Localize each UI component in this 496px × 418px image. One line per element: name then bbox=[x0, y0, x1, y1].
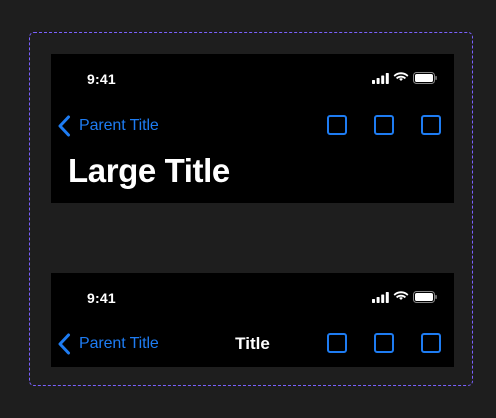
nav-row: Parent Title bbox=[51, 106, 454, 146]
battery-icon bbox=[413, 291, 437, 303]
nav-row: Parent Title Title bbox=[51, 324, 454, 364]
action-button-3[interactable] bbox=[421, 333, 441, 353]
back-button[interactable]: Parent Title bbox=[57, 112, 159, 140]
wifi-icon bbox=[393, 291, 409, 300]
nav-actions bbox=[327, 333, 441, 353]
navbar-large-title: 9:41 Parent Title Large Title bbox=[51, 54, 454, 203]
action-button-1[interactable] bbox=[327, 115, 347, 135]
wifi-icon bbox=[393, 72, 409, 81]
navbar-standard: 9:41 Parent Title Title bbox=[51, 273, 454, 367]
cellular-signal-icon bbox=[372, 72, 389, 84]
status-bar: 9:41 bbox=[51, 273, 454, 321]
cellular-signal-icon bbox=[372, 291, 389, 303]
nav-actions bbox=[327, 115, 441, 135]
status-time: 9:41 bbox=[87, 71, 116, 87]
action-button-3[interactable] bbox=[421, 115, 441, 135]
status-bar: 9:41 bbox=[51, 54, 454, 102]
action-button-2[interactable] bbox=[374, 333, 394, 353]
chevron-left-icon bbox=[58, 115, 70, 137]
battery-icon bbox=[413, 72, 437, 84]
action-button-2[interactable] bbox=[374, 115, 394, 135]
large-title: Large Title bbox=[68, 152, 230, 189]
status-time: 9:41 bbox=[87, 290, 116, 306]
back-label: Parent Title bbox=[79, 117, 159, 134]
status-icons bbox=[372, 291, 437, 303]
status-icons bbox=[372, 72, 437, 84]
canvas: 9:41 Parent Title Large Title 9:41 Paren… bbox=[0, 0, 496, 418]
action-button-1[interactable] bbox=[327, 333, 347, 353]
